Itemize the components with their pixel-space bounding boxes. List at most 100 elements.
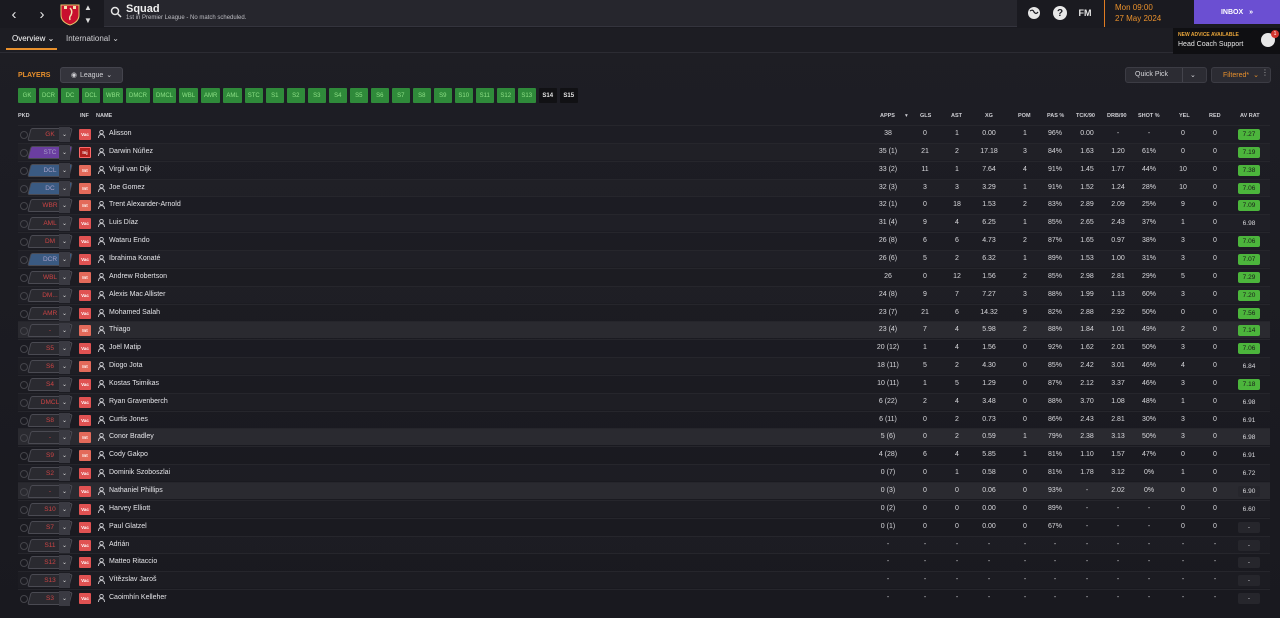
chevron-down-icon[interactable]: ⌄ bbox=[59, 376, 70, 392]
player-name[interactable]: Trent Alexander-Arnold bbox=[109, 201, 181, 208]
table-row[interactable]: - ⌄ Int Thiago 23 (4) 7 4 5.98 2 88% 1.84 1.01 49% 2 0… bbox=[18, 321, 1270, 339]
position-filter-dcr[interactable]: DCR bbox=[39, 88, 58, 103]
chevron-down-icon[interactable]: ⌄ bbox=[59, 162, 70, 178]
position-filter-s3[interactable]: S3 bbox=[307, 88, 326, 103]
position-filter-s4[interactable]: S4 bbox=[328, 88, 347, 103]
chevron-down-icon[interactable]: ⌄ bbox=[59, 323, 70, 339]
col-gls[interactable]: GLS bbox=[920, 113, 931, 119]
club-crest-icon[interactable] bbox=[59, 3, 81, 26]
player-name[interactable]: Joe Gomez bbox=[109, 184, 145, 191]
player-name[interactable]: Alexis Mac Allister bbox=[109, 291, 165, 298]
player-name[interactable]: Paul Glatzel bbox=[109, 523, 147, 530]
row-select-checkbox[interactable] bbox=[20, 148, 28, 157]
chevron-down-icon[interactable]: ⌄ bbox=[59, 412, 70, 428]
chevron-down-icon[interactable]: ⌄ bbox=[59, 127, 70, 142]
chevron-down-icon[interactable]: ⌄ bbox=[59, 466, 70, 482]
player-name[interactable]: Luis Díaz bbox=[109, 219, 138, 226]
col-pom[interactable]: POM bbox=[1018, 113, 1031, 119]
table-row[interactable]: DMCL ⌄ Vac Ryan Gravenberch 6 (22) 2 4 3.48 0 88%… bbox=[18, 392, 1270, 410]
table-row[interactable]: WBR ⌄ Int Trent Alexander-Arnold 32 (1) 0 18 1.… bbox=[18, 196, 1270, 214]
row-select-checkbox[interactable] bbox=[20, 345, 28, 354]
chevron-down-icon[interactable]: ⌄ bbox=[59, 198, 70, 214]
player-name[interactable]: Ibrahima Konaté bbox=[109, 255, 160, 262]
player-name[interactable]: Darwin Núñez bbox=[109, 148, 153, 155]
chevron-down-icon[interactable]: ⌄ bbox=[59, 573, 70, 589]
player-name[interactable]: Diogo Jota bbox=[109, 362, 142, 369]
search-icon[interactable] bbox=[110, 6, 122, 18]
table-row[interactable]: DM... ⌄ Vac Alexis Mac Allister 24 (8) 9 7 7.27… bbox=[18, 285, 1270, 303]
tab-international[interactable]: International ⌄ bbox=[66, 34, 119, 43]
position-filter-wbr[interactable]: WBR bbox=[103, 88, 124, 103]
position-filter-s10[interactable]: S10 bbox=[454, 88, 473, 103]
chevron-down-icon[interactable]: ⌄ bbox=[59, 305, 70, 321]
row-select-checkbox[interactable] bbox=[20, 238, 28, 247]
player-name[interactable]: Virgil van Dijk bbox=[109, 166, 151, 173]
chevron-down-icon[interactable]: ⌄ bbox=[59, 394, 70, 410]
player-name[interactable]: Andrew Robertson bbox=[109, 273, 167, 280]
chevron-down-icon[interactable]: ⌄ bbox=[59, 448, 70, 464]
table-row[interactable]: DCR ⌄ Vac Ibrahima Konaté 26 (6) 5 2 6.32 1 89% 1.… bbox=[18, 249, 1270, 267]
chevron-down-icon[interactable]: ⌄ bbox=[59, 216, 70, 232]
chevron-down-icon[interactable]: ⌄ bbox=[59, 251, 70, 267]
row-select-checkbox[interactable] bbox=[20, 309, 28, 318]
position-filter-s2[interactable]: S2 bbox=[286, 88, 305, 103]
table-row[interactable]: S6 ⌄ Int Diogo Jota 18 (11) 5 2 4.30 0 85% 2.42 3.0… bbox=[18, 357, 1270, 375]
table-row[interactable]: STC ⌄ Inj Darwin Núñez 35 (1) 21 2 17.18 3 84% 1.6… bbox=[18, 142, 1270, 160]
col-inf[interactable]: INF bbox=[80, 113, 89, 119]
quick-pick-button[interactable]: Quick Pick ⌄ bbox=[1125, 67, 1207, 83]
position-filter-dcl[interactable]: DCL bbox=[82, 88, 101, 103]
chevron-down-icon[interactable]: ⌄ bbox=[59, 519, 70, 535]
table-row[interactable]: S12 ⌄ Vac Matteo Ritaccio - - - - - - - - - - - - bbox=[18, 553, 1270, 571]
position-filter-aml[interactable]: AML bbox=[223, 88, 242, 103]
position-filter-s12[interactable]: S12 bbox=[496, 88, 515, 103]
col-pkd[interactable]: PKD bbox=[18, 113, 30, 119]
col-red[interactable]: RED bbox=[1209, 113, 1221, 119]
table-row[interactable]: S4 ⌄ Vac Kostas Tsimikas 10 (11) 1 5 1.29 0 87% 2.… bbox=[18, 374, 1270, 392]
position-filter-s9[interactable]: S9 bbox=[433, 88, 452, 103]
player-name[interactable]: Wataru Endo bbox=[109, 237, 150, 244]
col-apps[interactable]: APPS bbox=[880, 113, 895, 119]
chevron-down-icon[interactable]: ⌄ bbox=[59, 591, 70, 607]
player-name[interactable]: Joël Matip bbox=[109, 344, 141, 351]
chevron-down-icon[interactable]: ⌄ bbox=[59, 359, 70, 375]
table-row[interactable]: S5 ⌄ Vac Joël Matip 20 (12) 1 4 1.56 0 92% 1.62 2.0… bbox=[18, 339, 1270, 357]
col-pas[interactable]: PAS % bbox=[1047, 113, 1064, 119]
chevron-down-icon[interactable]: ⌄ bbox=[59, 555, 70, 571]
row-select-checkbox[interactable] bbox=[20, 184, 28, 193]
row-select-checkbox[interactable] bbox=[20, 166, 28, 175]
table-row[interactable]: WBL ⌄ Int Andrew Robertson 26 0 12 1.56 2 85% 2.98… bbox=[18, 267, 1270, 285]
position-filter-stc[interactable]: STC bbox=[244, 88, 263, 103]
row-select-checkbox[interactable] bbox=[20, 131, 28, 139]
fm-icon[interactable]: FM bbox=[1077, 6, 1093, 20]
position-filter-s5[interactable]: S5 bbox=[349, 88, 368, 103]
row-select-checkbox[interactable] bbox=[20, 505, 28, 514]
row-select-checkbox[interactable] bbox=[20, 291, 28, 300]
position-filter-wbl[interactable]: WBL bbox=[179, 88, 199, 103]
table-row[interactable]: - ⌄ Vac Nathaniel Phillips 0 (3) 0 0 0.06 0 93% -2… bbox=[18, 482, 1270, 499]
globe-icon[interactable] bbox=[1027, 6, 1041, 20]
row-select-checkbox[interactable] bbox=[20, 470, 28, 479]
club-switch[interactable]: ▲ ▼ bbox=[83, 3, 93, 25]
position-filter-s14[interactable]: S14 bbox=[538, 88, 557, 103]
row-select-checkbox[interactable] bbox=[20, 363, 28, 372]
chevron-down-icon[interactable]: ⌄ bbox=[59, 537, 70, 553]
row-select-checkbox[interactable] bbox=[20, 523, 28, 532]
row-select-checkbox[interactable] bbox=[20, 255, 28, 264]
position-filter-dmcr[interactable]: DMCR bbox=[126, 88, 151, 103]
position-filter-s1[interactable]: S1 bbox=[265, 88, 284, 103]
forward-icon[interactable]: › bbox=[28, 0, 56, 28]
col-drb[interactable]: DRB/90 bbox=[1107, 113, 1127, 119]
position-filter-s6[interactable]: S6 bbox=[370, 88, 389, 103]
position-filter-dmcl[interactable]: DMCL bbox=[153, 88, 177, 103]
table-row[interactable]: DCL ⌄ Int Virgil van Dijk 33 (2) 11 1 7.64 4 91% 1… bbox=[18, 160, 1270, 178]
inbox-button[interactable]: INBOX » bbox=[1194, 0, 1280, 24]
col-av-rat[interactable]: AV RAT bbox=[1240, 113, 1260, 119]
chevron-down-icon[interactable]: ⌄ bbox=[59, 180, 70, 196]
player-name[interactable]: Conor Bradley bbox=[109, 433, 154, 440]
chevron-down-icon[interactable]: ⌄ bbox=[59, 501, 70, 517]
table-row[interactable]: S2 ⌄ Vac Dominik Szoboszlai 0 (7) 0 1 0.58 0 81% 1… bbox=[18, 464, 1270, 482]
position-filter-s11[interactable]: S11 bbox=[475, 88, 494, 103]
player-name[interactable]: Vítězslav Jaroš bbox=[109, 576, 156, 583]
col-yel[interactable]: YEL bbox=[1179, 113, 1190, 119]
chevron-down-icon[interactable]: ⌄ bbox=[59, 234, 70, 250]
